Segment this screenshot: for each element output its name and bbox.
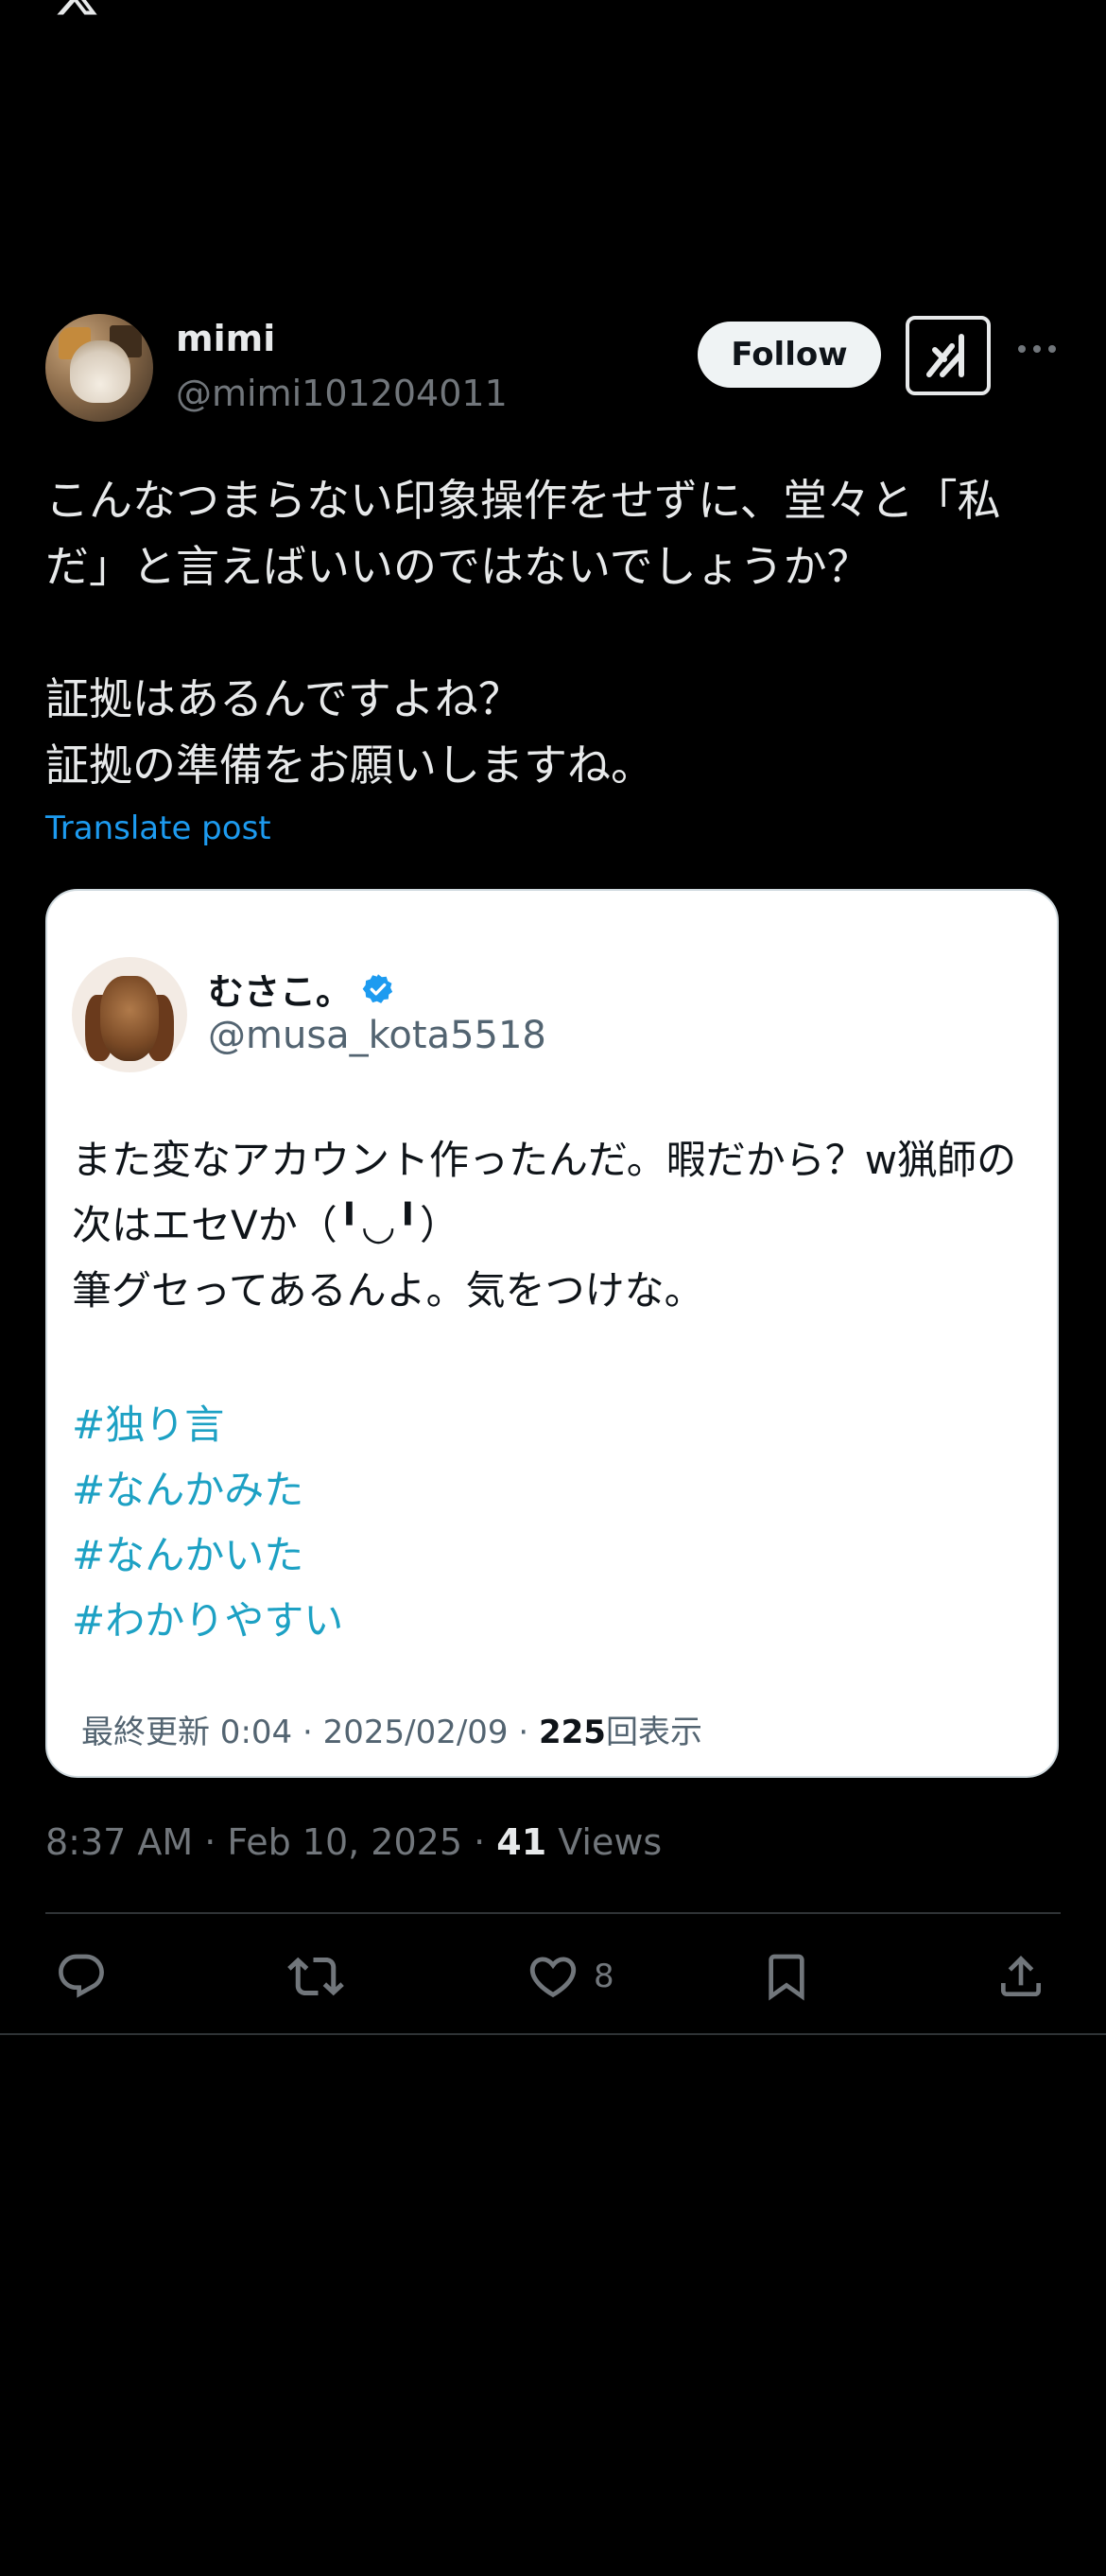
author-name[interactable]: mimi bbox=[176, 318, 275, 359]
x-logo-icon[interactable] bbox=[45, 0, 108, 19]
reply-button[interactable] bbox=[55, 1948, 108, 2005]
like-count: 8 bbox=[594, 1958, 614, 1995]
like-button[interactable]: 8 bbox=[526, 1948, 614, 2005]
reply-icon bbox=[59, 1954, 104, 1998]
bookmark-button[interactable] bbox=[760, 1948, 813, 2005]
divider bbox=[0, 2033, 1106, 2035]
quoted-author-avatar[interactable] bbox=[72, 957, 187, 1072]
quoted-author-name-row: むさこ。 bbox=[208, 963, 395, 1015]
quoted-post[interactable]: むさこ。 @musa_kota5518 また変なアカウント作ったんだ。暇だから？… bbox=[45, 889, 1059, 1778]
repost-button[interactable] bbox=[287, 1948, 344, 2005]
verified-badge-icon bbox=[362, 973, 393, 1003]
hashtag-link[interactable]: #なんかみた bbox=[72, 1457, 343, 1523]
hashtag-link[interactable]: #独り言 bbox=[72, 1392, 343, 1457]
view-count: 41 bbox=[496, 1821, 547, 1863]
action-bar: 8 bbox=[45, 1914, 1061, 2043]
post-timestamp[interactable]: 8:37 AM · Feb 10, 2025 · bbox=[45, 1821, 496, 1863]
quoted-view-label: 回表示 bbox=[605, 1714, 702, 1751]
bookmark-icon bbox=[769, 1954, 804, 2001]
quoted-timestamp: 最終更新 0:04 · 2025/02/09 · bbox=[81, 1714, 539, 1751]
quoted-post-footer: 最終更新 0:04 · 2025/02/09 · 225回表示 bbox=[81, 1706, 702, 1752]
author-row: mimi @mimi101204011 Follow bbox=[45, 314, 1061, 426]
views-label: Views bbox=[558, 1821, 663, 1863]
share-button[interactable] bbox=[994, 1948, 1047, 2005]
grok-button[interactable] bbox=[906, 316, 991, 395]
author-handle[interactable]: @mimi101204011 bbox=[176, 373, 508, 414]
hashtag-link[interactable]: #わかりやすい bbox=[72, 1588, 343, 1653]
post-text: こんなつまらない印象操作をせずに、堂々と「私だ」と言えばいいのではないでしょうか… bbox=[45, 475, 1001, 791]
quoted-author-handle[interactable]: @musa_kota5518 bbox=[208, 1014, 546, 1057]
author-avatar[interactable] bbox=[45, 314, 153, 422]
heart-icon bbox=[529, 1957, 577, 1998]
more-options-button[interactable] bbox=[1015, 327, 1059, 371]
share-icon bbox=[1001, 1956, 1041, 1996]
more-icon bbox=[1018, 345, 1056, 353]
hashtag-link[interactable]: #なんかいた bbox=[72, 1523, 343, 1588]
quoted-view-count: 225 bbox=[538, 1714, 606, 1751]
translate-post-link[interactable]: Translate post bbox=[45, 809, 1061, 847]
grok-icon bbox=[926, 334, 964, 377]
quoted-post-text: また変なアカウント作ったんだ。暇だから？w猟師の次はエセVか（╹◡╹） 筆グセっ… bbox=[72, 1137, 1017, 1314]
post-meta: 8:37 AM · Feb 10, 2025 · 41 Views bbox=[45, 1821, 1061, 1863]
quoted-hashtags: #独り言 #なんかみた #なんかいた #わかりやすい bbox=[72, 1392, 343, 1653]
follow-button[interactable]: Follow bbox=[698, 322, 881, 388]
post: mimi @mimi101204011 Follow こんなつまらない印象操作を… bbox=[45, 314, 1061, 2043]
repost-icon bbox=[287, 1957, 344, 1996]
quoted-author-name[interactable]: むさこ。 bbox=[208, 963, 352, 1015]
